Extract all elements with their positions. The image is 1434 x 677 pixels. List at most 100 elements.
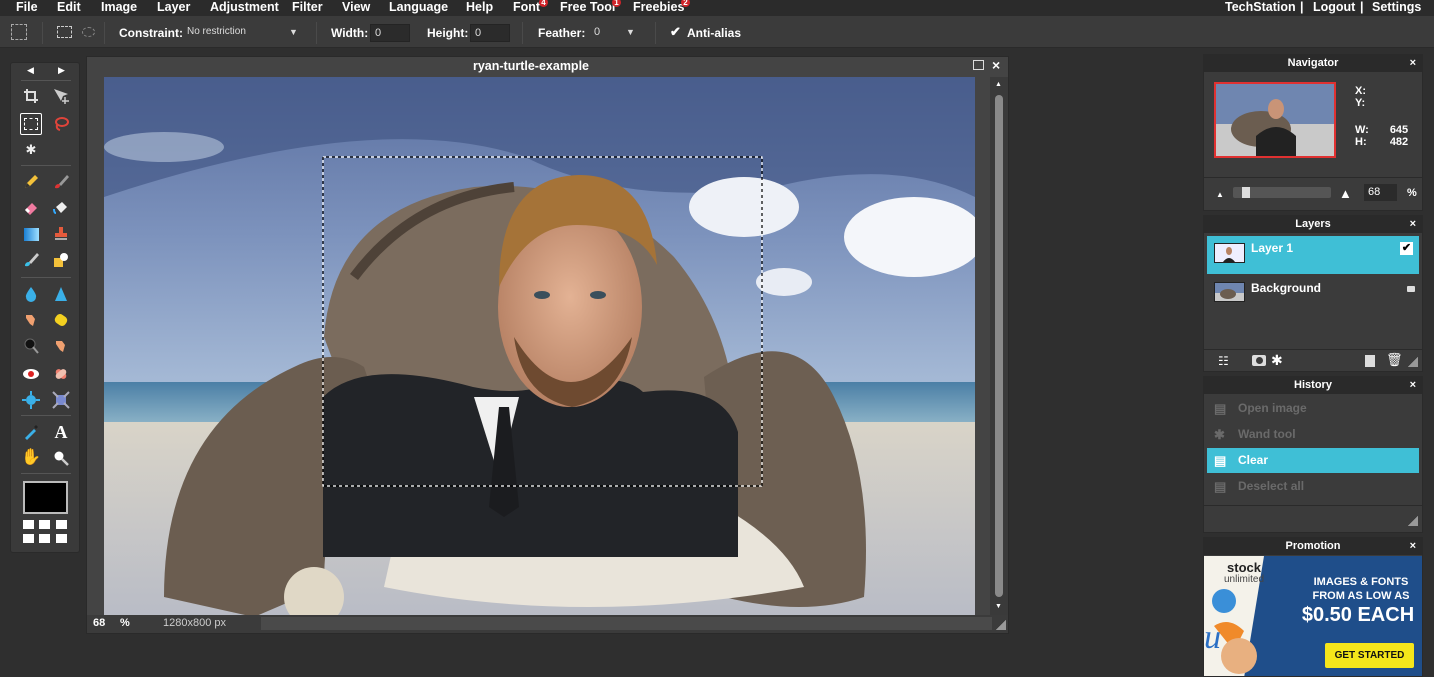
menu-freebies[interactable]: Freebies: [633, 0, 684, 15]
eraser-icon[interactable]: [20, 197, 42, 219]
layer-mask-icon[interactable]: [1252, 355, 1266, 366]
clone-stamp-icon[interactable]: [50, 223, 72, 245]
scroll-down-icon[interactable]: ▼: [995, 603, 1002, 610]
get-started-button[interactable]: GET STARTED: [1325, 643, 1414, 668]
resize-grip-icon[interactable]: [996, 620, 1006, 630]
zoom-value[interactable]: 68: [93, 617, 105, 629]
sharpen-icon[interactable]: [50, 283, 72, 305]
menu-separator: |: [1360, 0, 1364, 14]
image-canvas[interactable]: [104, 77, 975, 615]
sponge-icon[interactable]: [50, 309, 72, 331]
color-replace-icon[interactable]: [20, 249, 42, 271]
free-tool-badge: 1: [612, 0, 621, 7]
drawing-shapes-icon[interactable]: [50, 249, 72, 271]
type-icon[interactable]: A: [50, 421, 72, 443]
zoom-icon[interactable]: [50, 447, 72, 469]
options-bar: Constraint: No restriction ▼ Width: 0 He…: [0, 16, 1434, 48]
paint-bucket-icon[interactable]: [50, 197, 72, 219]
blur-icon[interactable]: [20, 283, 42, 305]
smudge-icon[interactable]: [20, 309, 42, 331]
zoom-input[interactable]: 68: [1364, 184, 1397, 201]
menu-filter[interactable]: Filter: [292, 0, 323, 15]
height-input[interactable]: 0: [470, 24, 510, 42]
font-badge: 4: [539, 0, 548, 7]
color-picker-icon[interactable]: [20, 421, 42, 443]
hand-icon[interactable]: ✋: [20, 447, 42, 469]
settings-link[interactable]: Settings: [1372, 0, 1421, 15]
width-input[interactable]: 0: [370, 24, 410, 42]
restore-window-icon[interactable]: [973, 60, 984, 70]
brush-icon[interactable]: [50, 171, 72, 193]
pencil-icon[interactable]: [20, 171, 42, 193]
menu-image[interactable]: Image: [101, 0, 137, 15]
layer-visibility-checkbox[interactable]: ✔: [1400, 242, 1413, 255]
scroll-thumb[interactable]: [995, 95, 1003, 597]
layer-thumbnail: [1214, 282, 1245, 302]
collapse-right-icon[interactable]: ▶: [58, 65, 65, 76]
menu-font[interactable]: Font: [513, 0, 540, 15]
menu-edit[interactable]: Edit: [57, 0, 81, 15]
pinch-icon[interactable]: [50, 389, 72, 411]
horizontal-scrollbar[interactable]: [261, 617, 992, 630]
menu-free-tool[interactable]: Free Tool: [560, 0, 615, 15]
menu-adjustment[interactable]: Adjustment: [210, 0, 279, 15]
resize-grip-icon[interactable]: [1408, 357, 1418, 367]
menu-font-label: Font: [513, 0, 541, 14]
close-panel-icon[interactable]: ×: [1410, 55, 1416, 72]
logout-link[interactable]: Logout: [1313, 0, 1355, 15]
ellipse-shape-icon[interactable]: [82, 27, 95, 37]
menu-help[interactable]: Help: [466, 0, 493, 15]
antialias-checkbox[interactable]: ✔: [670, 25, 683, 38]
close-document-icon[interactable]: ×: [992, 57, 1000, 73]
divider: [21, 473, 71, 474]
zoom-out-icon[interactable]: ▲: [1216, 190, 1224, 199]
resize-grip-icon[interactable]: [1408, 516, 1418, 526]
collapse-left-icon[interactable]: ◀: [27, 65, 34, 76]
gradient-icon[interactable]: [20, 223, 42, 245]
layer-row-layer-1[interactable]: Layer 1 ✔: [1207, 236, 1419, 274]
zoom-in-icon[interactable]: ▲: [1339, 186, 1352, 201]
history-item-current[interactable]: ▤ Clear: [1207, 448, 1419, 473]
bloat-icon[interactable]: [20, 389, 42, 411]
close-panel-icon[interactable]: ×: [1410, 377, 1416, 394]
feather-select[interactable]: 0 ▼: [590, 24, 640, 42]
history-item[interactable]: ✱ Wand tool: [1207, 422, 1419, 447]
menu-language[interactable]: Language: [389, 0, 448, 15]
dodge-icon[interactable]: [20, 335, 42, 357]
move-icon[interactable]: [50, 85, 72, 107]
magic-wand-icon[interactable]: ✱: [20, 139, 42, 161]
red-eye-icon[interactable]: [20, 363, 42, 385]
zoom-slider[interactable]: [1233, 187, 1331, 198]
navigator-thumbnail[interactable]: [1214, 82, 1336, 158]
dropdown-arrow-icon: ▼: [289, 27, 298, 37]
scroll-up-icon[interactable]: ▲: [995, 81, 1002, 88]
history-item[interactable]: ▤ Deselect all: [1207, 474, 1419, 499]
menu-layer[interactable]: Layer: [157, 0, 190, 15]
history-item[interactable]: ▤ Open image: [1207, 396, 1419, 421]
x-label: X:: [1355, 85, 1366, 97]
menu-view[interactable]: View: [342, 0, 370, 15]
close-panel-icon[interactable]: ×: [1410, 538, 1416, 555]
delete-layer-icon[interactable]: 🗑: [1386, 352, 1403, 368]
layer-row-background[interactable]: Background: [1207, 276, 1419, 314]
spot-heal-icon[interactable]: [50, 363, 72, 385]
layer-style-icon[interactable]: ✱: [1271, 352, 1283, 369]
foreground-color-swatch[interactable]: [23, 481, 68, 514]
marquee-icon[interactable]: [20, 113, 42, 135]
rect-shape-icon[interactable]: [57, 26, 72, 38]
vertical-scrollbar[interactable]: ▲ ▼: [990, 77, 1008, 615]
burn-icon[interactable]: [50, 335, 72, 357]
constraint-select[interactable]: No restriction ▼: [183, 24, 301, 42]
new-layer-icon[interactable]: [1365, 355, 1375, 367]
marquee-mode-icon[interactable]: [11, 24, 27, 40]
swatch-grid-icon[interactable]: [23, 520, 69, 546]
site-link[interactable]: TechStation: [1225, 0, 1296, 15]
width-label: Width:: [331, 26, 369, 40]
promo-banner[interactable]: u stock unlimited IMAGES & FONTS FROM AS…: [1204, 556, 1422, 676]
crop-icon[interactable]: [20, 85, 42, 107]
close-panel-icon[interactable]: ×: [1410, 216, 1416, 233]
zoom-slider-knob[interactable]: [1242, 187, 1250, 198]
layer-settings-icon[interactable]: ☷: [1218, 354, 1229, 368]
menu-file[interactable]: File: [16, 0, 38, 15]
lasso-icon[interactable]: [50, 113, 72, 135]
